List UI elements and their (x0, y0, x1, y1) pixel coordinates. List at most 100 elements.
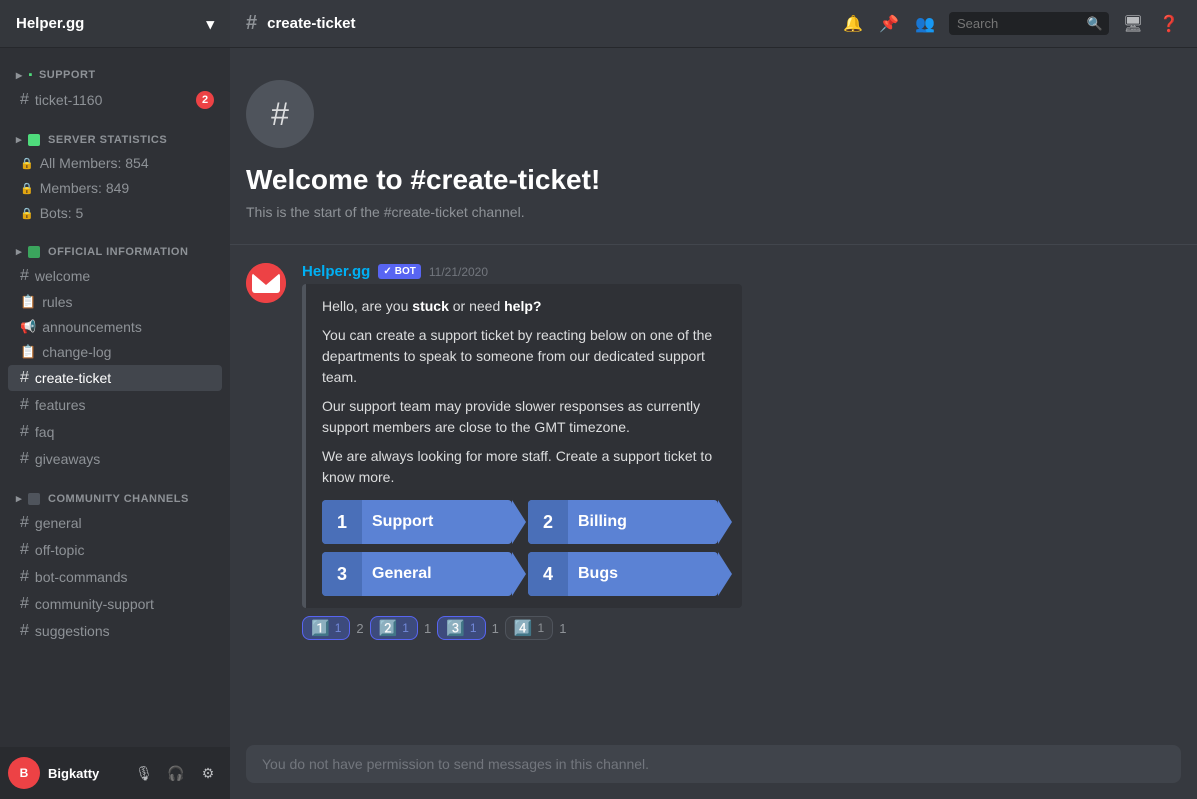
reaction-2[interactable]: 2️⃣ 1 (370, 616, 418, 640)
channel-item-faq[interactable]: # faq (8, 419, 222, 445)
channel-item-bot-commands[interactable]: # bot-commands (8, 564, 222, 590)
channel-item-rules[interactable]: 📋 rules (8, 290, 222, 314)
pin-icon[interactable]: 📌 (877, 12, 901, 36)
reaction-emoji-1: 1️⃣ (311, 619, 330, 637)
channel-name-announcements: announcements (42, 319, 142, 335)
channel-item-suggestions[interactable]: # suggestions (8, 618, 222, 644)
channel-item-giveaways[interactable]: # giveaways (8, 446, 222, 472)
channel-hash-icon: # (20, 568, 29, 586)
members-icon[interactable]: 👥 (913, 12, 937, 36)
lock-icon: 🔒 (20, 157, 34, 170)
channel-item-members[interactable]: 🔒 Members: 849 (8, 176, 222, 200)
embed-btn-arrow-bugs (718, 552, 732, 596)
lock-icon: 🔒 (20, 207, 34, 220)
helper-avatar-image (246, 263, 286, 303)
reaction-count-2: 1 (402, 621, 409, 635)
channel-name-off-topic: off-topic (35, 542, 85, 558)
search-input[interactable] (949, 12, 1109, 35)
message-input-area: You do not have permission to send messa… (230, 737, 1197, 799)
channel-name-community-support: community-support (35, 596, 154, 612)
channel-name-welcome: welcome (35, 268, 90, 284)
mute-button[interactable]: 🎙 (130, 759, 158, 787)
search-icon[interactable]: 🔍 (1087, 16, 1103, 32)
channel-hash-icon: # (20, 91, 29, 109)
embed-btn-label-billing: Billing (568, 513, 718, 531)
category-community-channels: ▸ COMMUNITY CHANNELS # general # off-top… (0, 488, 230, 644)
channel-item-change-log[interactable]: 📋 change-log (8, 340, 222, 364)
reaction-emoji-2: 2️⃣ (379, 619, 398, 637)
channel-hash-icon: # (20, 423, 29, 441)
lock-icon: 🔒 (20, 182, 34, 195)
reaction-emoji-4: 4️⃣ (514, 619, 533, 637)
category-icon-official: ▸ (16, 245, 22, 258)
channel-hash-icon: # (20, 595, 29, 613)
channel-item-bots[interactable]: 🔒 Bots: 5 (8, 201, 222, 225)
channel-item-general[interactable]: # general (8, 510, 222, 536)
server-header[interactable]: Helper.gg ▾ (0, 0, 230, 48)
channel-name-rules: rules (42, 294, 72, 310)
channel-item-off-topic[interactable]: # off-topic (8, 537, 222, 563)
notifications-icon[interactable]: 🔔 (841, 12, 865, 36)
embed-btn-arrow-billing (718, 500, 732, 544)
settings-button[interactable]: ⚙ (194, 759, 222, 787)
reaction-4[interactable]: 4️⃣ 1 (505, 616, 553, 640)
rules-icon: 📋 (20, 294, 36, 310)
embed-btn-num-2: 2 (528, 500, 568, 544)
channel-name-bot-commands: bot-commands (35, 569, 128, 585)
channel-hash-icon: # (20, 396, 29, 414)
bot-label: BOT (395, 266, 416, 277)
embed-btn-bugs[interactable]: 4 Bugs (528, 552, 718, 596)
user-name: Bigkatty (48, 766, 122, 781)
message-header: Helper.gg ✓ BOT 11/21/2020 (302, 263, 1181, 280)
channel-item-create-ticket[interactable]: # create-ticket (8, 365, 222, 391)
reaction-count-4: 1 (538, 621, 545, 635)
chat-area: # Welcome to #create-ticket! This is the… (230, 48, 1197, 737)
channel-name-general: general (35, 515, 82, 531)
channel-hash-icon: # (20, 267, 29, 285)
reaction-count-3: 1 (470, 621, 477, 635)
embed-btn-num-3: 3 (322, 552, 362, 596)
channel-list: ▸ ▪ SUPPORT # ticket-1160 2 ▸ SERVER STA… (0, 48, 230, 747)
channel-item-announcements[interactable]: 📢 announcements (8, 315, 222, 339)
reaction-3[interactable]: 3️⃣ 1 (437, 616, 485, 640)
message-input-box: You do not have permission to send messa… (246, 745, 1181, 783)
channel-name-ticket-1160: ticket-1160 (35, 92, 102, 108)
category-title-official-information: OFFICIAL INFORMATION (48, 246, 188, 258)
welcome-hash-icon: # (271, 96, 289, 133)
category-header-server-statistics[interactable]: ▸ SERVER STATISTICS (0, 129, 230, 150)
embed-btn-billing[interactable]: 2 Billing (528, 500, 718, 544)
channel-item-features[interactable]: # features (8, 392, 222, 418)
channel-hash-icon: # (20, 622, 29, 640)
reaction-count-1: 1 (335, 621, 342, 635)
category-header-support[interactable]: ▸ ▪ SUPPORT (0, 64, 230, 86)
channel-name-faq: faq (35, 424, 54, 440)
channel-item-welcome[interactable]: # welcome (8, 263, 222, 289)
channel-item-ticket-1160[interactable]: # ticket-1160 2 (8, 87, 222, 113)
reaction-1[interactable]: 1️⃣ 1 (302, 616, 350, 640)
category-header-community-channels[interactable]: ▸ COMMUNITY CHANNELS (0, 488, 230, 509)
category-title-support: SUPPORT (39, 69, 96, 81)
embed-text-line4: We are always looking for more staff. Cr… (322, 446, 726, 488)
reaction-5-gap: 1 (557, 616, 568, 640)
embed-text-line1: Hello, are you stuck or need help? (322, 296, 726, 317)
inbox-icon[interactable]: 🖥 (1121, 12, 1145, 36)
channel-item-all-members[interactable]: 🔒 All Members: 854 (8, 151, 222, 175)
chevron-down-icon: ▾ (206, 15, 214, 33)
embed-text-line3: Our support team may provide slower resp… (322, 396, 726, 438)
welcome-icon: # (246, 80, 314, 148)
user-bar: B Bigkatty 🎙 🎧 ⚙ (0, 747, 230, 799)
bot-badge: ✓ BOT (378, 264, 421, 279)
category-title-statistics: SERVER STATISTICS (48, 134, 167, 146)
embed-btn-support[interactable]: 1 Support (322, 500, 512, 544)
help-icon[interactable]: ❓ (1157, 12, 1181, 36)
channel-name-bots: Bots: 5 (40, 205, 84, 221)
message-embed: Hello, are you stuck or need help? You c… (302, 284, 742, 608)
welcome-subtitle: This is the start of the #create-ticket … (246, 204, 1181, 220)
user-actions: 🎙 🎧 ⚙ (130, 759, 222, 787)
deafen-button[interactable]: 🎧 (162, 759, 190, 787)
main-area: # create-ticket 🔔 📌 👥 🔍 🖥 ❓ # Welcome to… (230, 0, 1197, 799)
embed-btn-general[interactable]: 3 General (322, 552, 512, 596)
channel-hash-icon: # (20, 450, 29, 468)
category-header-official-information[interactable]: ▸ OFFICIAL INFORMATION (0, 241, 230, 262)
channel-item-community-support[interactable]: # community-support (8, 591, 222, 617)
